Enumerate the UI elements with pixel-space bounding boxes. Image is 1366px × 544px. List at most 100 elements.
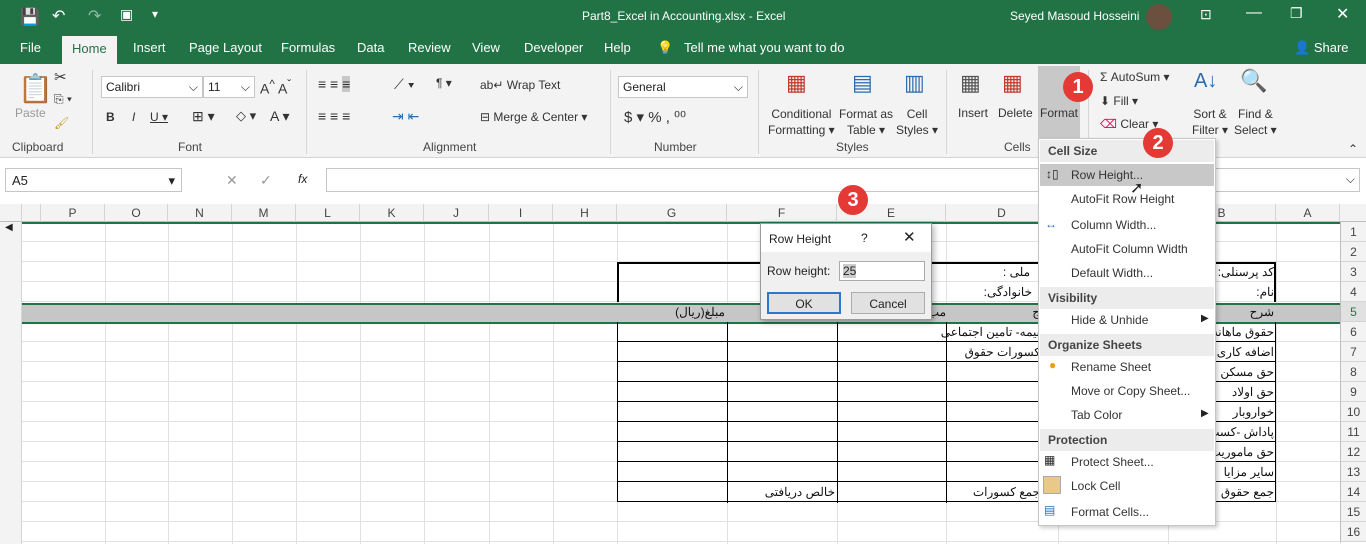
cell-r9a[interactable]: حق اولاد <box>1232 385 1274 399</box>
menu-item-default-width[interactable]: Default Width... <box>1071 266 1153 280</box>
increase-font-icon[interactable]: A^ Aˇ <box>260 78 291 97</box>
menu-item-autofit-column-width[interactable]: AutoFit Column Width <box>1071 242 1188 256</box>
undo-icon[interactable]: ↶ <box>52 6 65 26</box>
tab-formulas[interactable]: Formulas <box>281 40 335 55</box>
cell-r14d[interactable]: جمع کسورات <box>973 485 1040 499</box>
cell-r7a[interactable]: اضافه کاری <box>1217 345 1274 359</box>
underline-button[interactable]: U ▾ <box>150 110 168 124</box>
enter-formula-icon[interactable]: ✓ <box>260 172 272 189</box>
tab-developer[interactable]: Developer <box>524 40 583 55</box>
clear-button[interactable]: ⌫ Clear ▾ <box>1100 117 1158 131</box>
paste-icon[interactable]: 📋 <box>18 72 53 105</box>
avatar[interactable] <box>1146 4 1172 30</box>
tab-view[interactable]: View <box>472 40 500 55</box>
format-painter-icon[interactable]: 🖌 <box>54 116 69 130</box>
column-header[interactable]: O <box>105 204 168 222</box>
customize-qat-icon[interactable]: ▾ <box>152 7 158 21</box>
menu-item-autofit-row-height[interactable]: AutoFit Row Height <box>1071 192 1174 206</box>
row-header[interactable]: 5 <box>1340 302 1366 322</box>
menu-item-move-copy-sheet[interactable]: Move or Copy Sheet... <box>1071 384 1190 398</box>
row-header[interactable]: 10 <box>1340 402 1366 422</box>
insert-function-icon[interactable]: fx <box>298 172 307 186</box>
tell-me-search[interactable]: Tell me what you want to do <box>684 40 844 55</box>
minimize-icon[interactable]: — <box>1246 4 1262 22</box>
column-header[interactable]: L <box>296 204 360 222</box>
row-header[interactable]: 4 <box>1340 282 1366 302</box>
menu-item-format-cells[interactable]: Format Cells... <box>1071 505 1149 519</box>
font-name-select[interactable]: Calibri ⌵ <box>101 76 203 98</box>
select-all-corner[interactable] <box>0 204 22 222</box>
format-as-table-button[interactable]: Format as Table ▾ <box>839 106 893 138</box>
cancel-formula-icon[interactable]: ✕ <box>226 172 238 189</box>
menu-item-hide-unhide[interactable]: Hide & Unhide <box>1071 313 1148 327</box>
font-color-icon[interactable]: A ▾ <box>270 108 289 125</box>
menu-item-lock-cell[interactable]: Lock Cell <box>1071 479 1120 493</box>
row-height-input[interactable]: 25 <box>839 261 925 281</box>
sort-filter-button[interactable]: Sort & Filter ▾ <box>1192 106 1228 138</box>
row-header[interactable]: 6 <box>1340 322 1366 342</box>
cell-r7d[interactable]: کسورات حقوق <box>965 345 1040 359</box>
italic-button[interactable]: I <box>132 110 135 124</box>
cell-r14f[interactable]: خالص دریافتی <box>765 485 835 499</box>
column-header[interactable]: J <box>424 204 489 222</box>
font-size-select[interactable]: 11 ⌵ <box>203 76 255 98</box>
number-format-select[interactable]: General ⌵ <box>618 76 748 98</box>
menu-item-row-height[interactable]: ↕▯ Row Height... <box>1040 164 1214 186</box>
vertical-scrollbar[interactable]: ◀ <box>0 222 22 544</box>
copy-icon[interactable]: ⎘ ▾ <box>54 92 72 107</box>
tab-help[interactable]: Help <box>604 40 631 55</box>
column-header[interactable]: M <box>232 204 296 222</box>
ok-button[interactable]: OK <box>767 292 841 314</box>
row-header[interactable]: 13 <box>1340 462 1366 482</box>
delete-button[interactable]: Delete <box>998 106 1033 120</box>
tab-home[interactable]: Home <box>62 36 117 64</box>
column-header[interactable]: F <box>727 204 837 222</box>
redo-icon[interactable]: ↷ <box>88 6 101 26</box>
insert-button[interactable]: Insert <box>958 106 988 120</box>
column-header[interactable]: P <box>41 204 105 222</box>
name-box[interactable]: A5 ▾ <box>5 168 182 192</box>
text-direction-icon[interactable]: ¶ ▾ <box>436 76 452 90</box>
cut-icon[interactable]: ✂ <box>54 68 67 86</box>
column-header[interactable]: H <box>553 204 617 222</box>
column-header[interactable]: K <box>360 204 424 222</box>
cell-r10a[interactable]: خواروبار <box>1233 405 1274 419</box>
bold-button[interactable]: B <box>106 110 115 124</box>
row-header[interactable]: 1 <box>1340 222 1366 242</box>
save-icon[interactable]: 💾 <box>20 7 40 27</box>
merge-center-button[interactable]: ⊟ Merge & Center ▾ <box>480 110 587 124</box>
close-icon[interactable]: ✕ <box>1336 4 1349 24</box>
fill-button[interactable]: ⬇ Fill ▾ <box>1100 94 1138 108</box>
menu-item-rename-sheet[interactable]: Rename Sheet <box>1071 360 1151 374</box>
find-select-button[interactable]: Find & Select ▾ <box>1234 106 1277 138</box>
orientation-icon[interactable]: ⟋ ▾ <box>394 76 415 93</box>
tab-insert[interactable]: Insert <box>133 40 166 55</box>
column-header[interactable]: A <box>1276 204 1340 222</box>
cell-r12a[interactable]: حق ماموریت <box>1210 445 1274 459</box>
form-icon[interactable]: ▣ <box>120 6 133 23</box>
help-button[interactable]: ? <box>861 231 868 245</box>
restore-icon[interactable]: ❐ <box>1290 5 1303 22</box>
cell-r11a[interactable]: پاداش -کسب <box>1208 425 1274 439</box>
cancel-button[interactable]: Cancel <box>851 292 925 314</box>
number-format-icons[interactable]: $ ▾ % , ⁰⁰ <box>624 108 686 126</box>
ribbon-display-icon[interactable]: ⊡ <box>1200 6 1212 23</box>
cell-r6d[interactable]: بیمه- تامین اجتماعی <box>941 325 1040 339</box>
conditional-formatting-button[interactable]: Conditional Formatting ▾ <box>768 106 835 138</box>
autosum-button[interactable]: Σ AutoSum ▾ <box>1100 70 1169 84</box>
tab-page-layout[interactable]: Page Layout <box>189 40 262 55</box>
row-header[interactable]: 7 <box>1340 342 1366 362</box>
fill-color-icon[interactable]: ◇ ▾ <box>236 108 256 124</box>
column-header[interactable]: N <box>168 204 232 222</box>
column-header[interactable]: I <box>489 204 553 222</box>
cell-r4a[interactable]: نام: <box>1256 285 1274 299</box>
column-header[interactable]: G <box>617 204 727 222</box>
row-header[interactable]: 11 <box>1340 422 1366 442</box>
dialog-close-icon[interactable]: ✕ <box>903 228 916 246</box>
row-header[interactable]: 9 <box>1340 382 1366 402</box>
cell-r6a[interactable]: حقوق ماهانه <box>1212 325 1274 339</box>
cell-styles-button[interactable]: Cell Styles ▾ <box>896 106 938 138</box>
menu-item-tab-color[interactable]: Tab Color <box>1071 408 1122 422</box>
row-header[interactable]: 15 <box>1340 502 1366 522</box>
cell-r13a[interactable]: سایر مزایا <box>1224 465 1274 479</box>
